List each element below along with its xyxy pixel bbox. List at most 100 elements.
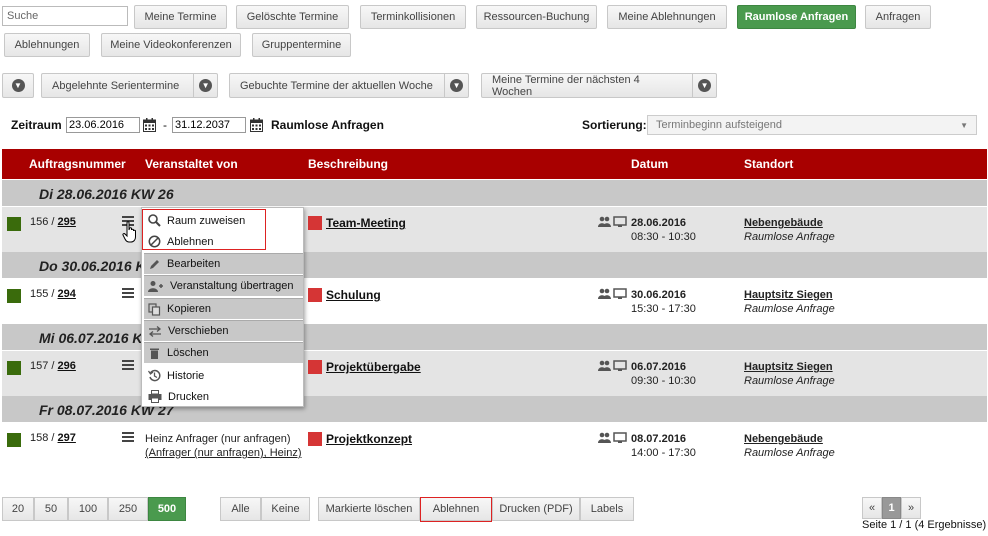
table-header: Auftragsnummer Veranstaltet von Beschrei… [2, 149, 987, 179]
menu-item-verschieben[interactable]: Verschieben [144, 320, 303, 341]
menu-item-drucken[interactable]: Drucken [144, 386, 303, 407]
chevron-down-icon: ▼ [11, 79, 25, 92]
sort-select[interactable]: Terminbeginn aufsteigend ▼ [647, 115, 977, 135]
chevron-down-icon: ▼ [698, 79, 712, 92]
menu-item-veranstaltung-uebertragen[interactable]: Veranstaltung übertragen [144, 275, 303, 296]
tab-meine-videokonferenzen[interactable]: Meine Videokonferenzen [101, 33, 241, 57]
chevron-down-icon: ▼ [450, 79, 464, 92]
location-link[interactable]: Hauptsitz Siegen [744, 361, 833, 373]
menu-item-raum-zuweisen[interactable]: Raum zuweisen [144, 210, 303, 231]
page-size-100[interactable]: 100 [68, 497, 108, 521]
host-link[interactable]: (Anfrager (nur anfragen), Heinz) [145, 447, 302, 459]
category-square [308, 360, 322, 374]
search-icon [148, 214, 161, 227]
pager-next-button[interactable]: » [901, 497, 921, 519]
col-standort[interactable]: Standort [744, 157, 793, 171]
page-size-20[interactable]: 20 [2, 497, 34, 521]
view-title: Raumlose Anfragen [271, 118, 384, 132]
pager-summary: Seite 1 / 1 (4 Ergebnisse) [862, 519, 987, 531]
select-none-button[interactable]: Keine [261, 497, 310, 521]
status-square [7, 361, 21, 375]
menu-item-ablehnen[interactable]: Ablehnen [144, 231, 303, 252]
menu-item-kopieren[interactable]: Kopieren [144, 298, 303, 319]
category-square [308, 288, 322, 302]
col-datum[interactable]: Datum [631, 157, 668, 171]
trash-icon [150, 348, 159, 359]
quickfilter-gebuchte-termine-woche[interactable]: Gebuchte Termine der aktuellen Woche ▼ [229, 73, 469, 98]
ban-icon [148, 235, 161, 248]
date-to-input[interactable] [172, 117, 246, 133]
date-from-input[interactable] [66, 117, 140, 133]
print-pdf-button[interactable]: Drucken (PDF) [492, 497, 580, 521]
menu-item-bearbeiten[interactable]: Bearbeiten [144, 253, 303, 274]
search-input[interactable] [2, 6, 128, 26]
quickfilter-abgelehnte-serientermine[interactable]: Abgelehnte Serientermine ▼ [41, 73, 218, 98]
hand-cursor-icon [122, 221, 136, 243]
description-link[interactable]: Projektübergabe [326, 360, 421, 374]
page-size-500[interactable]: 500 [148, 497, 186, 521]
quickfilter-meine-termine-4-wochen[interactable]: Meine Termine der nächsten 4 Wochen ▼ [481, 73, 717, 98]
order-link[interactable]: 295 [58, 216, 76, 228]
location-link[interactable]: Nebengebäude [744, 433, 823, 445]
chevron-down-icon: ▼ [199, 79, 213, 92]
zeitraum-label: Zeitraum [11, 118, 62, 132]
context-menu: Raum zuweisen Ablehnen Bearbeiten Verans… [141, 207, 304, 407]
tab-ablehnungen[interactable]: Ablehnungen [4, 33, 90, 57]
labels-button[interactable]: Labels [580, 497, 634, 521]
location-link[interactable]: Nebengebäude [744, 217, 823, 229]
category-square [308, 216, 322, 230]
order-link[interactable]: 294 [58, 288, 76, 300]
date-separator: - [163, 118, 167, 132]
chevron-down-icon: ▼ [960, 120, 968, 130]
copy-icon [148, 302, 161, 316]
menu-item-loeschen[interactable]: Löschen [144, 342, 303, 363]
order-link[interactable]: 297 [58, 432, 76, 444]
page-size-250[interactable]: 250 [108, 497, 148, 521]
row-menu-icon[interactable] [122, 360, 134, 371]
delete-marked-button[interactable]: Markierte löschen [318, 497, 420, 521]
tab-meine-termine[interactable]: Meine Termine [134, 5, 227, 29]
location-link[interactable]: Hauptsitz Siegen [744, 289, 833, 301]
category-square [308, 432, 322, 446]
row-menu-icon[interactable] [122, 432, 134, 443]
tab-meine-ablehnungen[interactable]: Meine Ablehnungen [607, 5, 727, 29]
order-link[interactable]: 296 [58, 360, 76, 372]
tab-anfragen[interactable]: Anfragen [865, 5, 931, 29]
pager-prev-button[interactable]: « [862, 497, 882, 519]
people-monitor-icon [598, 432, 627, 443]
row-menu-icon[interactable] [122, 288, 134, 299]
table-row[interactable]: 158 / 297 Heinz Anfrager (nur anfragen)(… [2, 423, 987, 468]
tab-geloeschte-termine[interactable]: Gelöschte Termine [236, 5, 349, 29]
calendar-icon[interactable] [143, 118, 156, 132]
printer-icon [148, 390, 162, 403]
tab-terminkollisionen[interactable]: Terminkollisionen [360, 5, 466, 29]
col-auftragsnummer[interactable]: Auftragsnummer [29, 157, 126, 171]
description-link[interactable]: Team-Meeting [326, 216, 406, 230]
select-all-button[interactable]: Alle [220, 497, 261, 521]
people-monitor-icon [598, 360, 627, 371]
menu-item-historie[interactable]: Historie [144, 365, 303, 386]
pencil-icon [150, 259, 159, 269]
col-veranstaltet-von[interactable]: Veranstaltet von [145, 157, 238, 171]
dropdown-toggle[interactable]: ▼ [193, 74, 217, 97]
calendar-icon[interactable] [250, 118, 263, 132]
status-square [7, 433, 21, 447]
people-monitor-icon [598, 288, 627, 299]
tab-raumlose-anfragen[interactable]: Raumlose Anfragen [737, 5, 856, 29]
people-monitor-icon [598, 216, 627, 227]
col-beschreibung[interactable]: Beschreibung [308, 157, 388, 171]
description-link[interactable]: Schulung [326, 288, 381, 302]
pager-current-page[interactable]: 1 [882, 497, 901, 519]
tab-ressourcen-buchung[interactable]: Ressourcen-Buchung [476, 5, 597, 29]
day-group-header: Di 28.06.2016 KW 26 [2, 180, 987, 206]
sort-label: Sortierung: [582, 118, 647, 132]
dropdown-toggle[interactable]: ▼ [444, 74, 468, 97]
page-size-50[interactable]: 50 [34, 497, 68, 521]
arrows-exchange-icon [148, 325, 162, 337]
dropdown-toggle[interactable]: ▼ [692, 74, 716, 97]
quickfilter-dropdown[interactable]: ▼ [2, 73, 34, 98]
status-square [7, 217, 21, 231]
reject-button[interactable]: Ablehnen [420, 497, 492, 521]
tab-gruppentermine[interactable]: Gruppentermine [252, 33, 351, 57]
description-link[interactable]: Projektkonzept [326, 432, 412, 446]
